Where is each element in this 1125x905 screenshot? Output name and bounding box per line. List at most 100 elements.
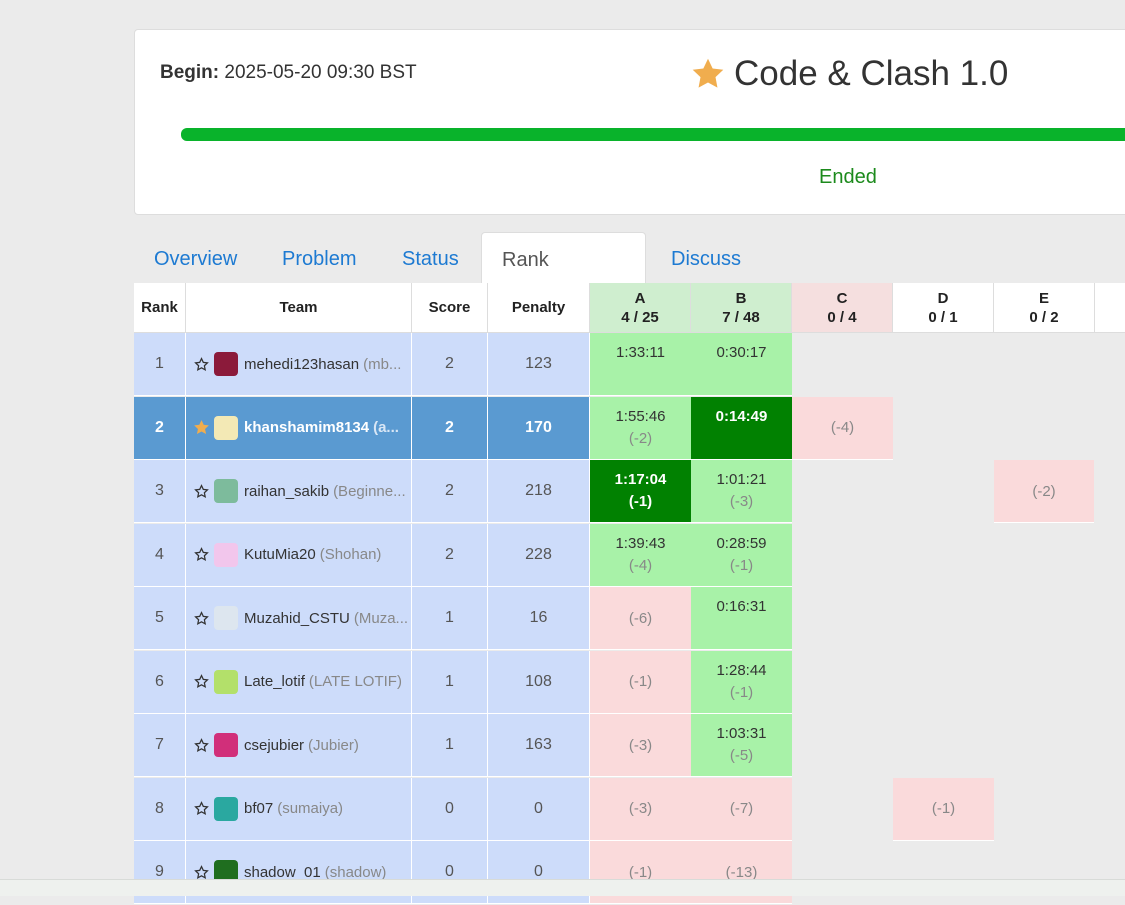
team-username[interactable]: khanshamim8134 <box>244 419 369 436</box>
header-team[interactable]: Team <box>186 283 412 333</box>
problem-b-letter: B <box>735 289 747 307</box>
team-username[interactable]: csejubier <box>244 737 304 754</box>
favorite-star-icon[interactable] <box>194 864 209 880</box>
problem-cell-rejected[interactable]: (-2) <box>994 460 1094 523</box>
header-penalty[interactable]: Penalty <box>488 283 590 333</box>
favorite-star-icon[interactable] <box>194 801 209 816</box>
problem-cell-rejected[interactable]: (-7) <box>691 777 792 841</box>
problem-cell-accepted[interactable]: 0:30:17 <box>691 333 792 396</box>
problem-cell-rejected[interactable]: (-1) <box>893 777 994 841</box>
favorite-star-icon[interactable] <box>194 610 209 626</box>
problem-cell-rejected[interactable]: (-6) <box>590 587 691 650</box>
team-cell[interactable]: khanshamim8134 (a... <box>186 396 412 460</box>
team-cell[interactable]: csejubier (Jubier) <box>186 714 412 777</box>
favorite-star-icon[interactable] <box>194 420 209 435</box>
wrong-tries: (-1) <box>729 556 754 574</box>
wrong-tries: (-1) <box>628 493 653 510</box>
penalty-cell: 218 <box>488 460 590 523</box>
contest-progress-bar <box>181 128 1125 141</box>
tab-discuss[interactable]: Discuss <box>651 232 761 284</box>
team-cell[interactable]: mehedi123hasan (mb... <box>186 333 412 396</box>
penalty-cell: 228 <box>488 523 590 587</box>
header-problem-b[interactable]: B 7 / 48 <box>691 283 792 333</box>
problem-cell-rejected[interactable]: (-3) <box>590 777 691 841</box>
problem-cell-accepted[interactable]: 1:03:31 (-5) <box>691 714 792 777</box>
team-cell[interactable]: Muzahid_CSTU (Muza... <box>186 587 412 650</box>
favorite-star-icon[interactable] <box>690 56 726 92</box>
problem-cell-accepted[interactable]: 1:33:11 <box>590 333 691 396</box>
problem-cell-accepted[interactable]: 0:28:59 (-1) <box>691 523 792 587</box>
team-nickname: (a... <box>373 419 399 436</box>
problem-c-letter: C <box>836 289 848 307</box>
problem-cell-accepted[interactable]: 1:28:44 (-1) <box>691 650 792 714</box>
team-cell[interactable]: raihan_sakib (Beginne... <box>186 460 412 523</box>
problem-cell-accepted[interactable]: 1:55:46 (-2) <box>590 396 691 460</box>
team-username[interactable]: KutuMia20 <box>244 546 316 563</box>
team-cell[interactable]: bf07 (sumaiya) <box>186 777 412 841</box>
wrong-tries: (-4) <box>830 419 855 436</box>
team-nickname: (sumaiya) <box>277 800 344 817</box>
favorite-star-icon[interactable] <box>194 547 209 562</box>
tab-status[interactable]: Status <box>382 232 479 284</box>
rank-cell: 6 <box>134 650 186 714</box>
team-nickname: (Beginne... <box>333 482 406 500</box>
problem-cell-accepted[interactable]: 1:39:43 (-4) <box>590 523 691 587</box>
problem-cell-accepted[interactable]: 1:01:21 (-3) <box>691 460 792 523</box>
rank-cell: 5 <box>134 587 186 650</box>
favorite-star-icon[interactable] <box>194 356 209 372</box>
problem-d-stat: 0 / 1 <box>928 308 958 326</box>
wrong-tries: (-5) <box>729 747 754 764</box>
problem-cell-rejected[interactable]: (-3) <box>590 714 691 777</box>
favorite-star-icon[interactable] <box>194 483 209 499</box>
team-cell[interactable]: Late_lotif (LATE LOTIF) <box>186 650 412 714</box>
tab-rank[interactable]: Rank (2:30:00) <box>481 232 646 325</box>
begin-value: 2025-05-20 09:30 BST <box>224 62 417 83</box>
wrong-tries: (-2) <box>1032 482 1056 500</box>
tab-problem[interactable]: Problem <box>262 232 376 284</box>
team-username[interactable]: mehedi123hasan <box>244 356 359 373</box>
problem-cell-accepted[interactable]: 0:16:31 <box>691 587 792 650</box>
team-nickname: (Muza... <box>353 609 409 627</box>
problem-e-letter: E <box>1038 289 1049 307</box>
header-rank[interactable]: Rank <box>134 283 186 333</box>
problem-cell-rejected[interactable]: (-1) <box>590 650 691 714</box>
team-nickname: (Shohan) <box>319 546 382 563</box>
favorite-star-icon[interactable] <box>194 674 209 689</box>
team-username[interactable]: raihan_sakib <box>244 483 329 500</box>
favorite-star-icon[interactable] <box>194 737 209 753</box>
avatar <box>214 796 238 821</box>
team-username[interactable]: Late_lotif <box>244 673 305 690</box>
solve-time: 1:03:31 <box>716 725 767 742</box>
header-score[interactable]: Score <box>412 283 488 333</box>
avatar <box>214 733 238 757</box>
team-username[interactable]: bf07 <box>244 800 273 817</box>
rank-cell: 3 <box>134 460 186 523</box>
problem-a-letter: A <box>634 289 646 307</box>
problem-cell-rejected[interactable]: (-4) <box>792 396 893 460</box>
avatar <box>214 352 238 376</box>
solve-time: 1:39:43 <box>615 534 666 552</box>
problem-cell-first-blood[interactable]: 0:14:49 <box>691 396 792 460</box>
wrong-tries: (-1) <box>628 673 653 690</box>
tab-overview[interactable]: Overview <box>134 232 257 284</box>
contest-title: Code & Clash 1.0 <box>734 54 1009 93</box>
header-problem-e[interactable]: E 0 / 2 <box>994 283 1095 333</box>
penalty-cell: 163 <box>488 714 590 777</box>
score-cell: 2 <box>412 523 488 587</box>
wrong-tries: (-2) <box>628 429 653 447</box>
team-username[interactable]: Muzahid_CSTU <box>244 610 350 627</box>
header-problem-c[interactable]: C 0 / 4 <box>792 283 893 333</box>
rank-cell: 1 <box>134 333 186 396</box>
header-problem-d[interactable]: D 0 / 1 <box>893 283 994 333</box>
problem-c-stat: 0 / 4 <box>827 308 857 326</box>
team-nickname: (shadow) <box>324 863 387 881</box>
rank-cell: 8 <box>134 777 186 841</box>
avatar <box>214 415 238 440</box>
score-cell: 0 <box>412 777 488 841</box>
penalty-cell: 170 <box>488 396 590 460</box>
team-cell[interactable]: KutuMia20 (Shohan) <box>186 523 412 587</box>
problem-cell-first-blood[interactable]: 1:17:04 (-1) <box>590 460 691 523</box>
team-username[interactable]: shadow_01 <box>244 864 321 881</box>
header-problem-a[interactable]: A 4 / 25 <box>590 283 691 333</box>
penalty-cell: 0 <box>488 777 590 841</box>
